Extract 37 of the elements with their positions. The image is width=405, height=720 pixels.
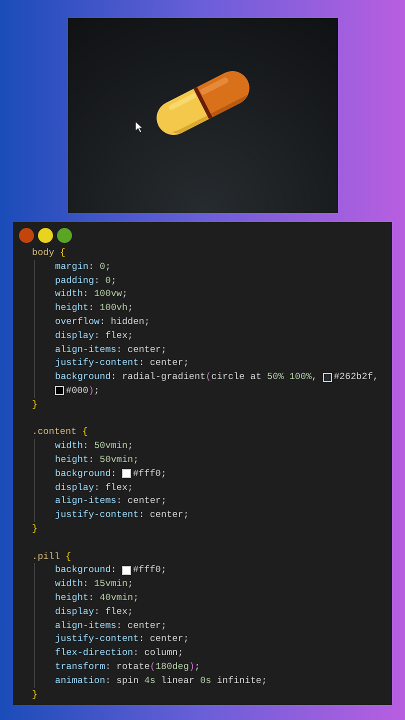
code-line: height: 50vmin; xyxy=(55,452,139,467)
code-line: background: xyxy=(55,466,118,481)
code-line: } xyxy=(32,398,38,412)
code-line: #fff0; xyxy=(132,466,166,481)
code-line: display: flex; xyxy=(55,480,134,494)
code-line: } xyxy=(32,688,38,702)
code-line: height: 40vmin; xyxy=(55,590,139,605)
code-line: justify-content: center; xyxy=(55,356,189,370)
code-line: display: flex; xyxy=(55,604,134,619)
code-line: padding: 0; xyxy=(55,274,116,288)
code-line: } xyxy=(32,522,38,536)
code-line: display: flex; xyxy=(55,328,134,343)
code-line: align-items: center; xyxy=(55,494,167,508)
code-line: justify-content: center; xyxy=(55,632,189,646)
code-line: margin: 0; xyxy=(55,260,111,274)
code-line: width: 100vw; xyxy=(55,287,128,302)
code-line: #fff0; xyxy=(132,563,166,578)
code-line: width: 50vmin; xyxy=(55,439,134,453)
window-control-button[interactable] xyxy=(38,228,53,243)
code-line: background: radial-gradient(circle at 50% 100%, xyxy=(55,370,318,384)
code-line: justify-content: center; xyxy=(55,508,189,522)
code-line: background: xyxy=(55,563,118,578)
code-line: width: 15vmin; xyxy=(55,577,134,591)
window-control-button[interactable] xyxy=(57,228,72,243)
code-line: body { xyxy=(32,246,66,260)
code-line: height: 100vh; xyxy=(55,301,134,315)
cursor-icon xyxy=(134,121,142,133)
code-line: #262b2f, xyxy=(334,370,378,384)
code-line: overflow: hidden; xyxy=(55,314,150,329)
code-line: animation: spin 4s linear 0s infinite; xyxy=(55,674,268,688)
code-line: align-items: center; xyxy=(55,342,167,356)
code-line: transform: rotate(180deg); xyxy=(55,660,200,674)
code-line: .content { xyxy=(32,425,88,440)
code-line: align-items: center; xyxy=(55,618,167,632)
code-line: .pill { xyxy=(32,550,72,564)
code-line: flex-direction: column; xyxy=(55,646,184,660)
code-line: #000); xyxy=(66,384,100,398)
